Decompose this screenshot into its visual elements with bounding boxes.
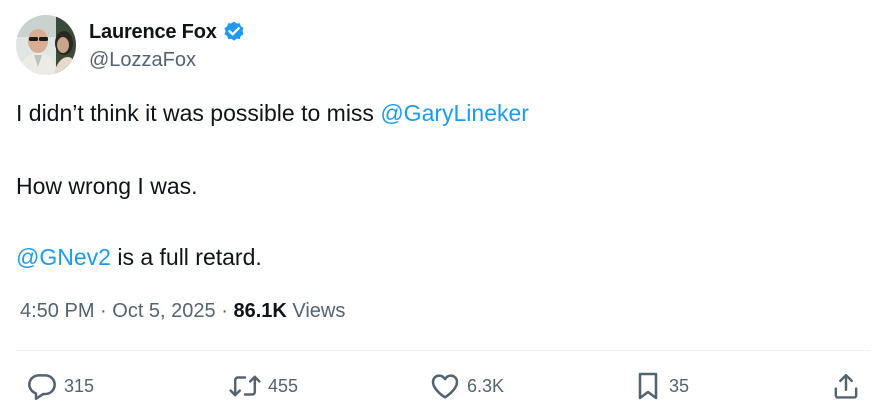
timestamp-time[interactable]: 4:50 PM xyxy=(20,300,94,322)
retweet-button[interactable]: 455 xyxy=(228,366,298,406)
heart-icon xyxy=(429,370,461,402)
tweet-meta: 4:50 PM · Oct 5, 2025 · 86.1K Views xyxy=(20,300,345,323)
bookmark-count: 35 xyxy=(669,375,690,396)
mention-link[interactable]: @GaryLineker xyxy=(380,100,529,126)
timestamp-date[interactable]: Oct 5, 2025 xyxy=(112,300,215,322)
share-icon xyxy=(832,370,860,402)
tweet-text: is a full retard. xyxy=(110,244,262,270)
views-count[interactable]: 86.1K xyxy=(233,300,286,322)
name-row: Laurence Fox xyxy=(89,18,246,46)
reply-icon xyxy=(26,370,58,402)
handle[interactable]: @LozzaFox xyxy=(89,49,246,72)
tweet-text: How wrong I was. xyxy=(16,173,198,199)
tweet-text: I didn’t think it was possible to miss xyxy=(16,100,381,126)
meta-separator: · xyxy=(94,300,113,322)
author-names: Laurence Fox @LozzaFox xyxy=(89,18,246,72)
retweet-count: 455 xyxy=(268,375,299,396)
like-count: 6.3K xyxy=(467,375,505,396)
reply-count: 315 xyxy=(64,375,95,396)
tweet-line-3: @GNev2 is a full retard. xyxy=(16,244,262,271)
bookmark-icon xyxy=(633,370,663,402)
mention-link[interactable]: @GNev2 xyxy=(16,244,111,270)
retweet-icon xyxy=(228,370,262,402)
avatar[interactable] xyxy=(16,15,76,75)
views-label: Views xyxy=(286,300,346,322)
meta-separator: · xyxy=(215,300,234,322)
share-button[interactable] xyxy=(832,366,860,406)
tweet-line-1: I didn’t think it was possible to miss @… xyxy=(16,100,529,127)
display-name[interactable]: Laurence Fox xyxy=(89,21,217,44)
tweet-line-2: How wrong I was. xyxy=(16,173,198,200)
tweet-header: Laurence Fox @LozzaFox xyxy=(16,14,246,76)
verified-badge-icon[interactable] xyxy=(222,20,246,44)
divider xyxy=(16,350,870,351)
like-button[interactable]: 6.3K xyxy=(429,366,504,406)
action-bar: 315 455 6.3K 35 xyxy=(0,366,876,406)
avatar-image xyxy=(16,15,76,75)
bookmark-button[interactable]: 35 xyxy=(633,366,689,406)
reply-button[interactable]: 315 xyxy=(26,366,94,406)
